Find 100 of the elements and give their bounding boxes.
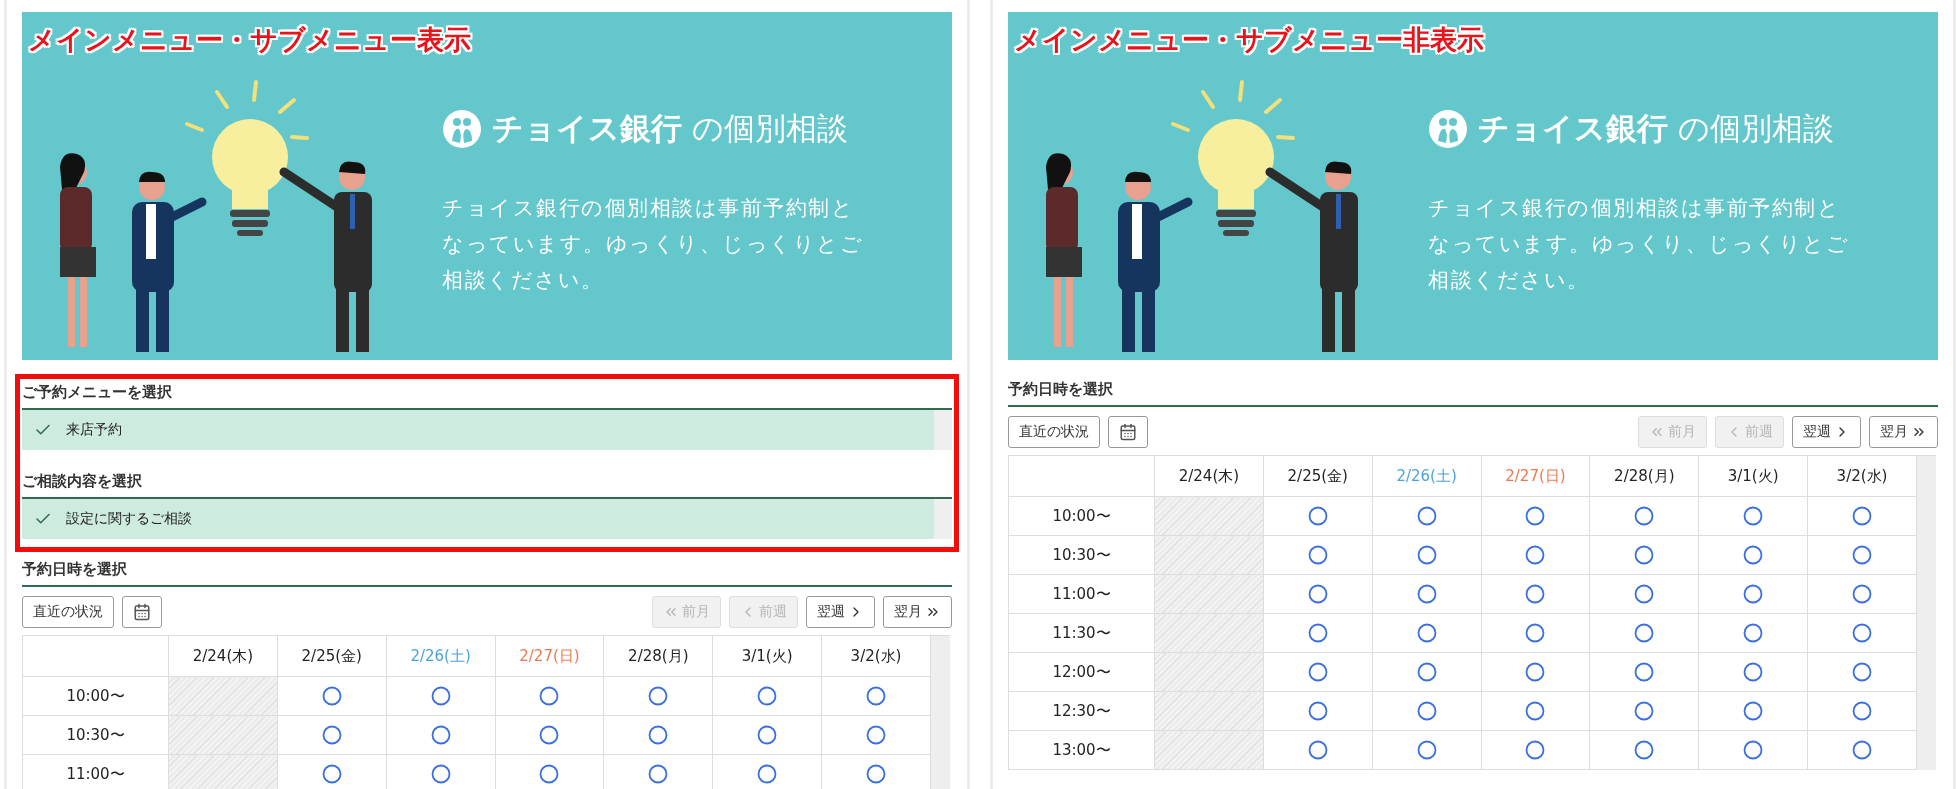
available-slot[interactable]	[1372, 496, 1482, 536]
circle-icon	[1634, 545, 1655, 565]
available-slot[interactable]	[1807, 574, 1917, 614]
available-slot[interactable]	[1263, 652, 1373, 692]
available-slot[interactable]	[495, 754, 604, 789]
available-slot[interactable]	[1263, 535, 1373, 575]
available-slot[interactable]	[1807, 730, 1917, 770]
circle-icon	[1852, 740, 1873, 760]
menu-option[interactable]: 来店予約	[22, 410, 934, 450]
nav-button[interactable]: 翌月	[1869, 416, 1938, 448]
available-slot[interactable]	[603, 754, 713, 789]
circle-icon	[539, 764, 560, 784]
available-slot[interactable]	[821, 676, 931, 716]
circle-icon	[1634, 701, 1655, 721]
available-slot[interactable]	[1589, 613, 1699, 653]
circle-icon	[1416, 662, 1437, 682]
available-slot[interactable]	[1372, 613, 1482, 653]
circle-icon	[1743, 701, 1764, 721]
available-slot[interactable]	[1698, 691, 1808, 731]
calendar-button[interactable]	[122, 596, 162, 628]
brand-name: チョイス銀行	[492, 109, 682, 148]
recent-status-button[interactable]: 直近の状況	[1008, 416, 1100, 448]
recent-status-button[interactable]: 直近の状況	[22, 596, 114, 628]
banner-description: チョイス銀行の個別相談は事前予約制となっています。ゆっくり、じっくりとご相談ください。	[1428, 195, 1850, 294]
available-slot[interactable]	[386, 754, 496, 789]
nav-button[interactable]: 翌週	[806, 596, 875, 628]
available-slot[interactable]	[1589, 574, 1699, 614]
available-slot[interactable]	[1698, 730, 1808, 770]
circle-icon	[1416, 701, 1437, 721]
circle-icon	[1852, 662, 1873, 682]
available-slot[interactable]	[277, 676, 387, 716]
available-slot[interactable]	[712, 715, 822, 755]
available-slot[interactable]	[1807, 691, 1917, 731]
available-slot[interactable]	[1263, 574, 1373, 614]
available-slot[interactable]	[1372, 574, 1482, 614]
available-slot[interactable]	[1263, 730, 1373, 770]
available-slot[interactable]	[1481, 652, 1590, 692]
calendar-button[interactable]	[1108, 416, 1148, 448]
scrollbar[interactable]	[934, 410, 952, 450]
available-slot[interactable]	[1589, 535, 1699, 575]
available-slot[interactable]	[1589, 496, 1699, 536]
available-slot[interactable]	[386, 676, 496, 716]
menu-option[interactable]: 設定に関するご相談	[22, 499, 934, 539]
available-slot[interactable]	[1807, 496, 1917, 536]
available-slot[interactable]	[1481, 691, 1590, 731]
circle-icon	[866, 686, 887, 706]
available-slot[interactable]	[1698, 652, 1808, 692]
scrollbar[interactable]	[1917, 455, 1936, 770]
available-slot[interactable]	[1807, 652, 1917, 692]
available-slot[interactable]	[1481, 496, 1590, 536]
scrollbar[interactable]	[934, 499, 952, 539]
banner-title: の個別相談	[692, 109, 848, 148]
circle-icon	[1307, 662, 1328, 682]
available-slot[interactable]	[712, 754, 822, 789]
available-slot[interactable]	[1481, 730, 1590, 770]
available-slot[interactable]	[495, 676, 604, 716]
time-cell: 10:30〜	[1008, 535, 1155, 575]
available-slot[interactable]	[1698, 613, 1808, 653]
available-slot[interactable]	[1263, 613, 1373, 653]
available-slot[interactable]	[1589, 730, 1699, 770]
available-slot[interactable]	[1807, 535, 1917, 575]
available-slot[interactable]	[1807, 613, 1917, 653]
available-slot[interactable]	[1481, 613, 1590, 653]
available-slot[interactable]	[1589, 652, 1699, 692]
nav-button[interactable]: 翌月	[883, 596, 952, 628]
available-slot[interactable]	[386, 715, 496, 755]
circle-icon	[430, 686, 451, 706]
date-header: 2/26(土)	[386, 635, 496, 677]
available-slot[interactable]	[1263, 496, 1373, 536]
available-slot[interactable]	[821, 754, 931, 789]
available-slot[interactable]	[1698, 535, 1808, 575]
available-slot[interactable]	[277, 715, 387, 755]
circle-icon	[539, 725, 560, 745]
available-slot[interactable]	[1481, 574, 1590, 614]
available-slot[interactable]	[1589, 691, 1699, 731]
available-slot[interactable]	[712, 676, 822, 716]
circle-icon	[430, 725, 451, 745]
circle-icon	[648, 725, 669, 745]
date-header: 2/25(金)	[1263, 455, 1373, 497]
scrollbar[interactable]	[931, 635, 950, 789]
available-slot[interactable]	[277, 754, 387, 789]
available-slot[interactable]	[1372, 691, 1482, 731]
time-cell: 11:00〜	[1008, 574, 1155, 614]
date-header: 2/27(日)	[1481, 455, 1590, 497]
circle-icon	[757, 725, 778, 745]
available-slot[interactable]	[495, 715, 604, 755]
available-slot[interactable]	[1372, 730, 1482, 770]
circle-icon	[1525, 662, 1546, 682]
available-slot[interactable]	[603, 676, 713, 716]
available-slot[interactable]	[1263, 691, 1373, 731]
available-slot[interactable]	[603, 715, 713, 755]
available-slot[interactable]	[1481, 535, 1590, 575]
available-slot[interactable]	[1372, 535, 1482, 575]
available-slot[interactable]	[821, 715, 931, 755]
circle-icon	[1307, 701, 1328, 721]
available-slot[interactable]	[1372, 652, 1482, 692]
nav-button[interactable]: 翌週	[1792, 416, 1861, 448]
available-slot[interactable]	[1698, 496, 1808, 536]
available-slot[interactable]	[1698, 574, 1808, 614]
section-heading: 予約日時を選択	[1008, 360, 1938, 407]
